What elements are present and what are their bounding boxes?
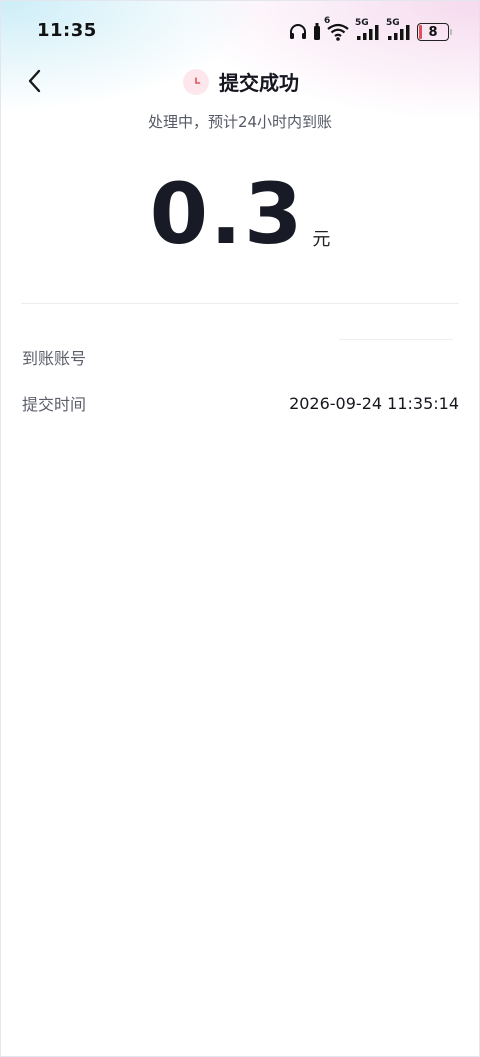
title-group: 提交成功: [1, 67, 480, 96]
divider: [21, 303, 459, 304]
detail-row-submit-time: 提交时间 2026-09-24 11:35:14: [22, 391, 459, 415]
page-title: 提交成功: [219, 71, 299, 95]
battery-nub: [450, 29, 452, 35]
status-time: 11:35: [37, 20, 97, 41]
screen: 11:35 6 5G 5G 8 提交成功 处理中，预计24小时内到账 0.3 元…: [0, 0, 480, 1057]
account-placeholder-line: [339, 339, 453, 340]
amount-value: 0.3: [149, 165, 305, 263]
detail-label-account: 到账账号: [22, 349, 87, 368]
battery-level-fill: [419, 25, 422, 39]
nav-header: 提交成功: [1, 61, 480, 103]
battery-icon: 8: [417, 23, 452, 41]
status-icons: 6 5G 5G 8: [288, 16, 452, 43]
detail-label-submit-time: 提交时间: [22, 395, 87, 414]
wifi-badge: 6: [324, 16, 331, 26]
battery-level: 8: [428, 24, 438, 40]
wifi-icon: 6: [324, 16, 350, 42]
status-bar: 11:35 6 5G 5G 8: [1, 1, 480, 61]
cellular-signal-icon-2: 5G: [386, 18, 412, 42]
bluetooth-battery-icon: [313, 22, 321, 42]
clock-icon: [183, 68, 209, 95]
detail-value-submit-time: 2026-09-24 11:35:14: [289, 393, 459, 413]
detail-row-account: 到账账号: [22, 345, 459, 369]
processing-status-text: 处理中，预计24小时内到账: [147, 113, 333, 131]
cellular-signal-icon-1: 5G: [355, 18, 381, 42]
amount-display: 0.3 元: [1, 169, 479, 259]
headphones-icon: [288, 22, 308, 42]
amount-unit: 元: [312, 229, 331, 250]
